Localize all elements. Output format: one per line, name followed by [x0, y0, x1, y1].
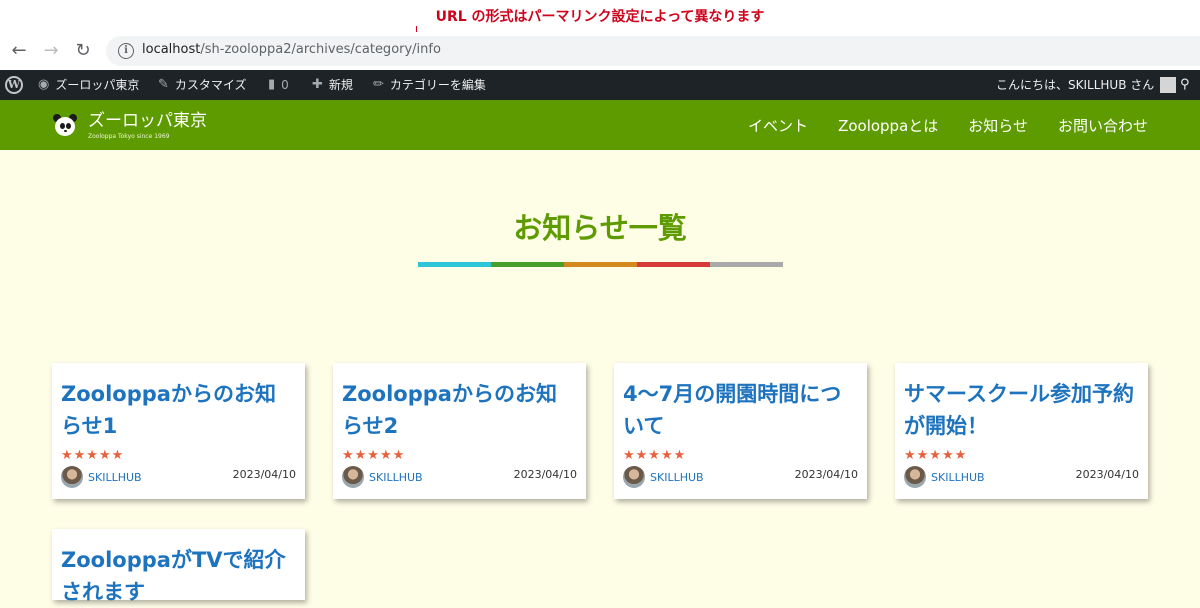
title-bar-segment [491, 262, 564, 267]
post-meta: SKILLHUB 2023/04/10 [61, 466, 296, 490]
author-name[interactable]: SKILLHUB [369, 471, 423, 484]
url-text[interactable]: localhost/sh-zooloppa2/archives/category… [142, 42, 441, 57]
new-label: 新規 [328, 78, 353, 92]
post-title[interactable]: サマースクール参加予約が開始！ [904, 378, 1139, 442]
rating-stars: ★★★★★ [342, 448, 406, 463]
comments-count: 0 [281, 78, 289, 92]
reload-icon[interactable]: ↻ [72, 40, 94, 62]
brush-icon: ✎ [158, 77, 169, 92]
site-header: ズーロッパ東京 Zooloppa Tokyo since 1969 イベント Z… [0, 100, 1200, 150]
post-date: 2023/04/10 [513, 468, 577, 481]
page-title: お知らせ一覧 [513, 211, 687, 245]
author-name[interactable]: SKILLHUB [931, 471, 985, 484]
customize-menu[interactable]: ✎ カスタマイズ [158, 70, 247, 100]
admin-search-button[interactable]: ⚲ [1180, 70, 1190, 100]
nav-item-about[interactable]: Zooloppaとは [838, 115, 938, 136]
site-title: ズーロッパ東京 [88, 111, 207, 131]
rating-stars: ★★★★★ [904, 448, 968, 463]
post-meta: SKILLHUB 2023/04/10 [623, 466, 858, 490]
post-card[interactable]: サマースクール参加予約が開始！ ★★★★★ SKILLHUB 2023/04/1… [895, 363, 1148, 499]
post-author[interactable]: SKILLHUB [904, 466, 985, 488]
post-date: 2023/04/10 [1075, 468, 1139, 481]
arrow-right-icon[interactable]: → [40, 40, 62, 62]
edit-category-label: カテゴリーを編集 [389, 78, 486, 92]
url-path: /sh-zooloppa2/archives/category/info [200, 42, 441, 57]
post-author[interactable]: SKILLHUB [342, 466, 423, 488]
post-meta: SKILLHUB 2023/04/10 [904, 466, 1139, 490]
wp-admin-bar: W ◉ ズーロッパ東京 ✎ カスタマイズ ▮ 0 ✚ 新規 ✏ カテゴリーを編集… [0, 70, 1200, 100]
post-title[interactable]: Zooloppaからのお知らせ1 [61, 378, 296, 442]
address-bar[interactable]: i localhost/sh-zooloppa2/archives/catego… [106, 36, 1200, 66]
post-title[interactable]: Zooloppaからのお知らせ2 [342, 378, 577, 442]
author-avatar [61, 466, 83, 488]
author-avatar [623, 466, 645, 488]
arrow-left-icon[interactable]: ← [8, 40, 30, 62]
title-color-bar [418, 262, 783, 267]
post-card[interactable]: 4～7月の開園時間について ★★★★★ SKILLHUB 2023/04/10 [614, 363, 867, 499]
browser-toolbar: ← → ↻ i localhost/sh-zooloppa2/archives/… [0, 32, 1200, 71]
comments-menu[interactable]: ▮ 0 [268, 70, 289, 100]
rating-stars: ★★★★★ [61, 448, 125, 463]
new-content-menu[interactable]: ✚ 新規 [312, 70, 353, 100]
edit-category-menu[interactable]: ✏ カテゴリーを編集 [373, 70, 486, 100]
permalink-note: URL の形式はパーマリンク設定によって異なります [435, 9, 765, 25]
nav-item-contact[interactable]: お問い合わせ [1058, 115, 1148, 136]
site-name-label: ズーロッパ東京 [55, 78, 140, 92]
plus-icon: ✚ [312, 77, 323, 92]
title-bar-segment [637, 262, 710, 267]
greeting-label: こんにちは、SKILLHUB さん [996, 78, 1155, 92]
site-tagline: Zooloppa Tokyo since 1969 [88, 133, 170, 140]
post-author[interactable]: SKILLHUB [61, 466, 142, 488]
site-branding-text: ズーロッパ東京 Zooloppa Tokyo since 1969 [88, 112, 207, 140]
url-host: localhost [142, 42, 201, 57]
post-card[interactable]: Zooloppaからのお知らせ2 ★★★★★ SKILLHUB 2023/04/… [333, 363, 586, 499]
main-navigation: イベント Zooloppaとは お知らせ お問い合わせ [748, 100, 1148, 150]
info-icon[interactable]: i [118, 43, 134, 59]
post-card[interactable]: Zooloppaからのお知らせ1 ★★★★★ SKILLHUB 2023/04/… [52, 363, 305, 499]
post-author[interactable]: SKILLHUB [623, 466, 704, 488]
post-date: 2023/04/10 [232, 468, 296, 481]
author-name[interactable]: SKILLHUB [650, 471, 704, 484]
search-icon: ⚲ [1180, 77, 1190, 92]
panda-logo-icon [52, 112, 78, 138]
author-avatar [904, 466, 926, 488]
post-meta: SKILLHUB 2023/04/10 [342, 466, 577, 490]
pencil-icon: ✏ [373, 77, 384, 92]
my-account-menu[interactable]: こんにちは、SKILLHUB さん [996, 70, 1177, 100]
user-avatar-icon [1160, 77, 1177, 93]
post-title[interactable]: ZooloppaがTVで紹介されます [61, 544, 296, 608]
customize-label: カスタマイズ [174, 78, 247, 92]
title-bar-segment [564, 262, 637, 267]
dashboard-icon: ◉ [38, 77, 50, 92]
wordpress-logo-button[interactable]: W [5, 70, 23, 100]
title-bar-segment [710, 262, 783, 267]
site-brand[interactable]: ズーロッパ東京 Zooloppa Tokyo since 1969 [52, 112, 207, 140]
title-bar-segment [418, 262, 491, 267]
post-title[interactable]: 4～7月の開園時間について [623, 378, 858, 442]
author-avatar [342, 466, 364, 488]
site-name-menu[interactable]: ◉ ズーロッパ東京 [38, 70, 139, 100]
nav-item-news[interactable]: お知らせ [968, 115, 1028, 136]
annotation-strip: URL の形式はパーマリンク設定によって異なります [0, 0, 1200, 42]
nav-item-events[interactable]: イベント [748, 115, 808, 136]
post-card[interactable]: ZooloppaがTVで紹介されます [52, 529, 305, 604]
rating-stars: ★★★★★ [623, 448, 687, 463]
post-date: 2023/04/10 [794, 468, 858, 481]
author-name[interactable]: SKILLHUB [88, 471, 142, 484]
wordpress-icon: W [5, 76, 23, 94]
comment-icon: ▮ [268, 77, 276, 92]
